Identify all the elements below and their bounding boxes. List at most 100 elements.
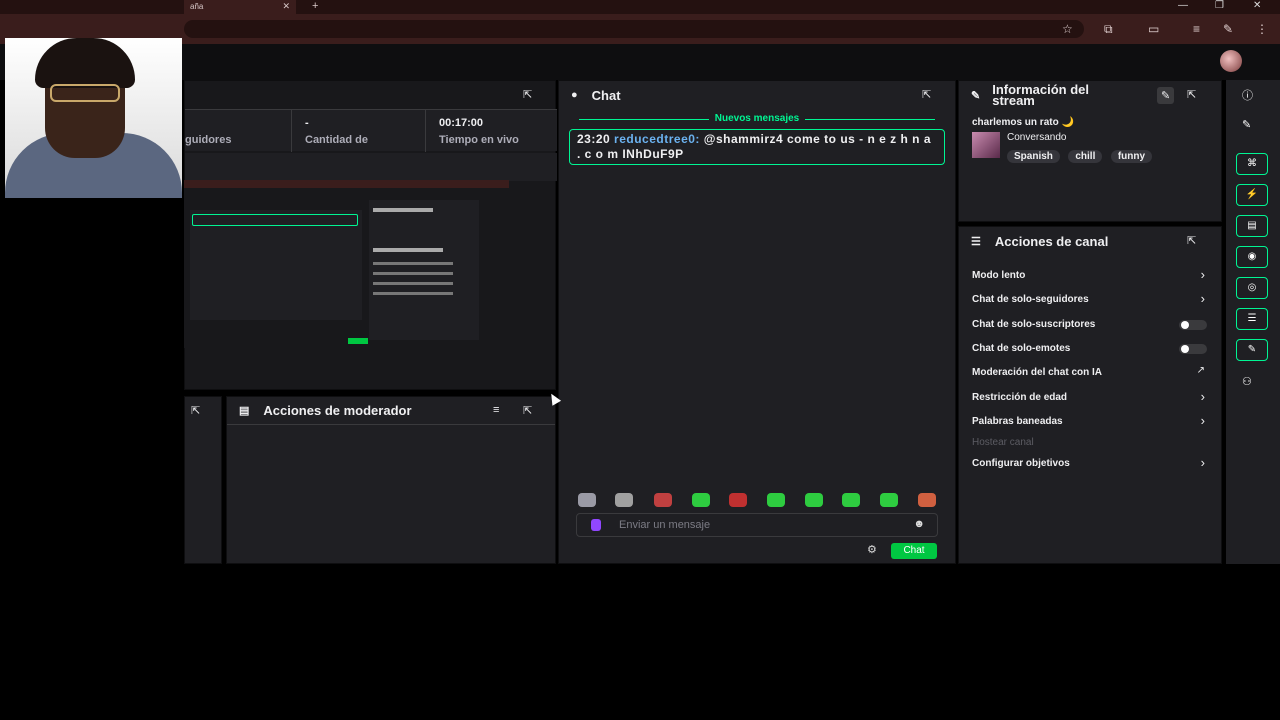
chevron-right-icon[interactable]: › [1201, 413, 1205, 428]
followers-label: guidores [185, 134, 232, 146]
emote-icon[interactable] [767, 493, 785, 507]
stream-preview-video[interactable] [184, 180, 509, 348]
info-icon[interactable]: ⓘ [1242, 87, 1253, 103]
quick-action-wrench-icon[interactable]: ✎ [1236, 339, 1268, 361]
action-slow-mode[interactable]: Modo lento [972, 270, 1025, 281]
channel-actions-icon: ☰ [971, 235, 981, 248]
quick-action-lightning-icon[interactable]: ⚡ [1236, 184, 1268, 206]
channel-actions-panel: ☰ Acciones de canal ⇱ Modo lento › Chat … [958, 226, 1222, 564]
popout-icon[interactable]: ⇱ [1187, 88, 1196, 101]
chat-input-placeholder: Enviar un mensaje [619, 519, 711, 531]
sidebar-icon[interactable]: ▭ [1148, 22, 1159, 36]
popout-icon[interactable]: ⇱ [922, 88, 931, 101]
chevron-right-icon[interactable]: › [1201, 455, 1205, 470]
viewers-label: Cantidad de [305, 134, 368, 146]
address-bar-area: ☆ ⧉ ▭ ≡ ✎ ⋮ [0, 14, 1280, 44]
message-time: 23:20 [577, 132, 611, 146]
divider [291, 110, 292, 152]
filter-icon[interactable]: ≡ [493, 404, 499, 416]
new-tab-button[interactable]: + [312, 0, 318, 12]
popout-icon[interactable]: ⇱ [191, 404, 200, 417]
emotes-only-toggle[interactable] [1179, 344, 1207, 354]
popout-icon[interactable]: ⇱ [523, 88, 532, 101]
maximize-icon[interactable]: ❐ [1215, 0, 1224, 11]
chat-panel: ● Chat ⇱ Nuevos mensajes 23:20 reducedtr… [558, 80, 956, 564]
preview-chat-message [192, 214, 358, 226]
profile-icon[interactable]: ✎ [1223, 22, 1233, 36]
emote-icon[interactable] [729, 493, 747, 507]
chat-settings-icon[interactable]: ⚙ [867, 543, 877, 556]
chevron-right-icon[interactable]: › [1201, 389, 1205, 404]
action-host-channel: Hostear canal [972, 437, 1034, 448]
extensions-icon[interactable]: ⧉ [1104, 22, 1113, 37]
category-box-art[interactable] [972, 132, 1000, 158]
quick-action-layout-icon[interactable]: ☰ [1236, 308, 1268, 330]
preview-side-panels [369, 200, 479, 340]
close-window-icon[interactable]: ✕ [1253, 0, 1261, 11]
browser-menu-icon[interactable]: ⋮ [1256, 22, 1268, 36]
tag[interactable]: Spanish [1007, 150, 1060, 163]
popout-icon[interactable]: ⇱ [523, 404, 532, 417]
browser-tab[interactable]: aña ✕ [184, 0, 296, 14]
action-followers-only[interactable]: Chat de solo-seguidores [972, 294, 1089, 305]
quick-action-chat-icon[interactable]: ◉ [1236, 246, 1268, 268]
emote-icon[interactable] [654, 493, 672, 507]
popout-icon[interactable]: ⇱ [1187, 234, 1196, 247]
emote-icon[interactable] [880, 493, 898, 507]
badge-icon [591, 519, 601, 531]
viewers-value: - [305, 117, 309, 129]
channel-actions-title: Acciones de canal [994, 233, 1109, 249]
close-icon[interactable]: ✕ [282, 1, 290, 12]
webcam-overlay [5, 38, 182, 198]
new-messages-divider[interactable]: Nuevos mensajes [559, 113, 955, 124]
action-configure-goals[interactable]: Configurar objetivos [972, 458, 1070, 469]
chevron-right-icon[interactable]: › [1201, 267, 1205, 282]
avatar[interactable] [1220, 50, 1242, 72]
preview-header [185, 153, 557, 181]
quick-action-clip-icon[interactable]: ⌘ [1236, 153, 1268, 175]
emote-icon[interactable] [615, 493, 633, 507]
live-time-value: 00:17:00 [439, 117, 484, 129]
divider [425, 110, 426, 152]
emote-picker-icon[interactable]: ☻ [913, 518, 925, 530]
emote-icon[interactable] [805, 493, 823, 507]
tag-list: Spanish chill funny [1007, 146, 1156, 164]
chat-title: Chat [591, 87, 621, 103]
category-name[interactable]: Conversando [1007, 132, 1066, 143]
action-age-restriction[interactable]: Restricción de edad [972, 392, 1067, 403]
message-username[interactable]: reducedtree0: [614, 132, 700, 146]
subscribers-only-toggle[interactable] [1179, 320, 1207, 330]
pencil-icon[interactable]: ✎ [1242, 118, 1251, 131]
action-ai-moderation[interactable]: Moderación del chat con IA [972, 367, 1102, 378]
send-chat-button[interactable]: Chat [891, 543, 937, 559]
chevron-right-icon[interactable]: › [1201, 291, 1205, 306]
chat-input[interactable]: Enviar un mensaje ☻ [576, 513, 938, 537]
action-banned-words[interactable]: Palabras baneadas [972, 416, 1063, 427]
url-field[interactable] [184, 20, 1084, 38]
minimize-icon[interactable]: — [1178, 0, 1188, 11]
quick-action-broadcast-icon[interactable]: ◎ [1236, 277, 1268, 299]
chat-message[interactable]: 23:20 reducedtree0: @shammirz4 come to u… [569, 129, 945, 165]
left-collapsed-panel: ⇱ [184, 396, 222, 564]
dashboard-top-bar [0, 44, 1280, 80]
emote-icon[interactable] [692, 493, 710, 507]
emote-icon[interactable] [578, 493, 596, 507]
live-time-label: Tiempo en vivo [439, 134, 519, 146]
emote-icon[interactable] [918, 493, 936, 507]
add-action-icon[interactable]: ⚇ [1242, 375, 1252, 388]
action-emotes-only: Chat de solo-emotes [972, 343, 1071, 354]
tag[interactable]: funny [1110, 150, 1153, 163]
tag[interactable]: chill [1068, 150, 1103, 163]
preview-chat-button [348, 338, 368, 344]
browser-tab-title: aña [190, 2, 204, 11]
media-icon[interactable]: ≡ [1193, 22, 1200, 36]
external-link-icon[interactable]: ↗ [1197, 365, 1205, 376]
pencil-icon[interactable]: ✎ [1157, 87, 1175, 104]
mod-list-icon: ▤ [239, 405, 250, 417]
stream-info-panel: ✎ Información del stream ✎ ⇱ charlemos u… [958, 80, 1222, 222]
mod-actions-title: Acciones de moderador [263, 403, 412, 418]
mod-actions-panel: ▤ Acciones de moderador ≡ ⇱ [226, 396, 556, 564]
emote-icon[interactable] [842, 493, 860, 507]
quick-action-note-icon[interactable]: ▤ [1236, 215, 1268, 237]
bookmark-star-icon[interactable]: ☆ [1062, 22, 1073, 36]
